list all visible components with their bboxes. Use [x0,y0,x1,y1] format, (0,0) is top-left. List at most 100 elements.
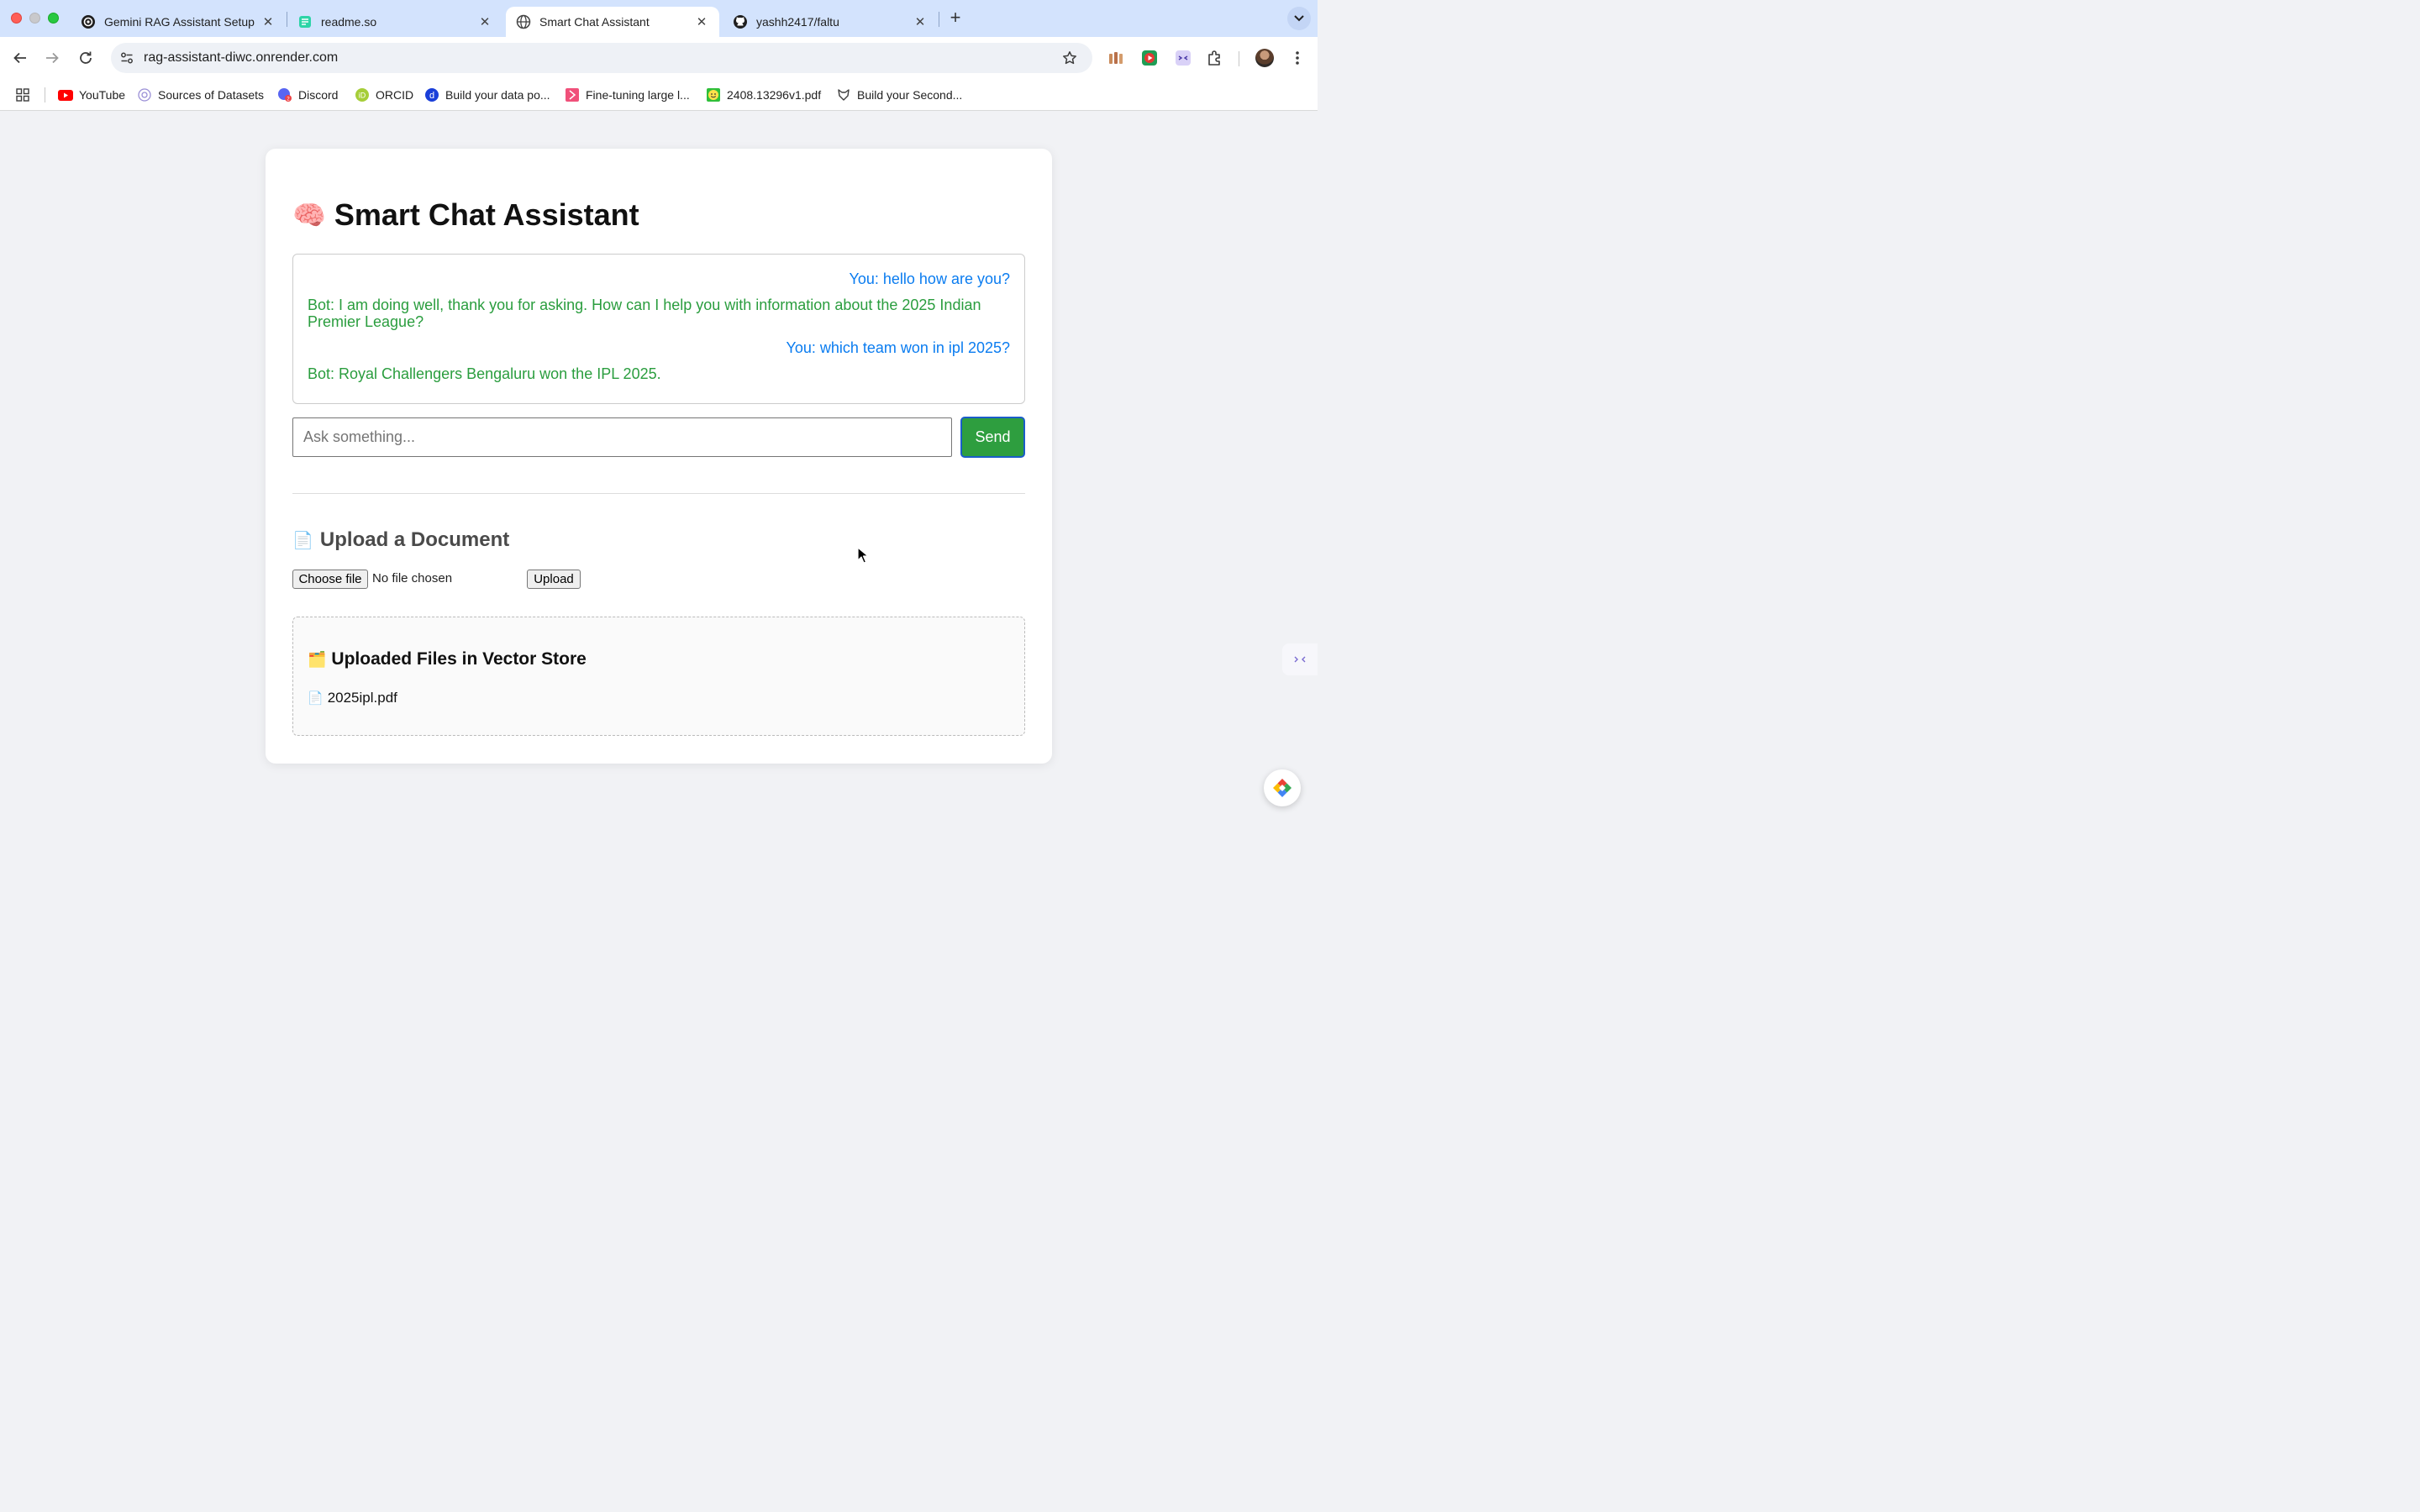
orcid-icon: iD [355,87,370,102]
tab-gemini-rag[interactable]: Gemini RAG Assistant Setup ✕ [71,7,286,37]
bookmark-label: 2408.13296v1.pdf [727,88,822,102]
close-tab-icon[interactable]: ✕ [477,14,492,29]
svg-text:d: d [429,91,434,101]
folder-icon: 🗂️ [308,650,327,668]
new-tab-button[interactable]: + [946,8,965,28]
dataset-icon [137,87,152,102]
tab-title: Smart Chat Assistant [539,15,650,29]
d-icon: d [424,87,439,102]
choose-file-button[interactable]: Choose file [292,570,368,589]
bookmarks-bar: YouTube Sources of Datasets 2 Discord iD… [0,79,1318,111]
send-button[interactable]: Send [960,417,1025,458]
arrow-left-icon [13,52,26,64]
close-window-button[interactable] [11,13,22,24]
tab-title: readme.so [321,15,377,29]
browser-toolbar: rag-assistant-diwc.onrender.com [0,37,1318,79]
upload-button[interactable]: Upload [527,570,581,589]
page-title: 🧠 Smart Chat Assistant [292,197,639,233]
openai-icon [81,14,96,29]
extension-play-icon[interactable] [1139,48,1160,68]
discord-icon: 2 [277,87,292,102]
bookmark-sources-of-datasets[interactable]: Sources of Datasets [137,87,264,103]
tab-smart-chat[interactable]: Smart Chat Assistant ✕ [506,7,719,37]
globe-icon [516,14,531,29]
diamond-logo-icon [1273,779,1292,797]
address-bar[interactable]: rag-assistant-diwc.onrender.com [111,43,1092,73]
bookmark-label: Build your data po... [445,88,550,102]
apps-grid-icon [15,87,30,102]
smiley-icon [706,87,721,102]
mouse-cursor-icon [857,547,869,568]
file-status: No file chosen [372,571,453,585]
bookmark-fine-tuning[interactable]: Fine-tuning large l... [565,87,690,103]
chevron-down-icon [1294,15,1304,22]
back-button[interactable] [10,48,30,68]
bot-message: Bot: I am doing well, thank you for aski… [308,297,981,330]
kebab-menu-icon [1296,51,1299,65]
document-icon: 📄 [292,531,313,550]
reload-icon [80,51,92,64]
bookmark-youtube[interactable]: YouTube [58,87,125,103]
tab-title: Gemini RAG Assistant Setup [104,15,255,29]
minimize-window-button[interactable] [29,13,40,24]
close-tab-icon[interactable]: ✕ [694,14,709,29]
browser-menu-button[interactable] [1287,48,1307,68]
chat-card: 🧠 Smart Chat Assistant You: hello how ar… [266,149,1052,764]
site-settings-icon[interactable] [118,49,136,67]
bookmark-label: YouTube [79,88,126,102]
github-icon [733,14,748,29]
bookmark-label: Fine-tuning large l... [586,88,690,102]
upload-heading: 📄 Upload a Document [292,528,509,552]
profile-avatar[interactable] [1255,49,1274,67]
maximize-window-button[interactable] [48,13,59,24]
side-extension-widget[interactable] [1282,643,1318,675]
bookmark-star-icon[interactable] [1060,49,1079,67]
vector-store-heading: 🗂️ Uploaded Files in Vector Store [308,649,587,669]
tab-strip: Gemini RAG Assistant Setup ✕ readme.so ✕… [0,0,1318,37]
arrow-right-icon [46,52,59,64]
tab-search-button[interactable] [1287,7,1311,30]
ask-input[interactable] [292,417,952,457]
page-title-text: Smart Chat Assistant [334,197,639,232]
extensions-puzzle-icon[interactable] [1205,48,1225,68]
upload-heading-text: Upload a Document [319,528,510,551]
user-message: You: which team won in ipl 2025? [786,339,1010,356]
close-tab-icon[interactable]: ✕ [913,14,928,29]
extension-face-icon[interactable] [1173,48,1193,68]
svg-text:iD: iD [359,92,366,100]
fox-icon [836,87,851,102]
vector-store-panel: 🗂️ Uploaded Files in Vector Store 📄 2025… [292,617,1025,736]
section-divider [292,493,1025,494]
bookmark-label: Build your Second... [857,88,963,102]
readme-icon [297,14,313,29]
reload-button[interactable] [76,48,96,68]
file-icon: 📄 [308,691,324,706]
floating-assistant-button[interactable] [1264,769,1301,806]
forward-button[interactable] [42,48,62,68]
bookmark-discord[interactable]: 2 Discord [277,87,338,103]
extension-bottles-icon[interactable] [1106,48,1126,68]
tab-readme[interactable]: readme.so ✕ [287,7,502,37]
bookmark-pdf[interactable]: 2408.13296v1.pdf [706,87,821,103]
tab-title: yashh2417/faltu [756,15,839,29]
bookmark-label: ORCID [376,88,414,102]
close-tab-icon[interactable]: ✕ [260,14,276,29]
file-name: 2025ipl.pdf [327,690,397,706]
user-message: You: hello how are you? [849,270,1010,287]
side-face-icon [1294,656,1306,663]
brain-icon: 🧠 [292,200,326,230]
tab-github[interactable]: yashh2417/faltu ✕ [723,7,938,37]
chat-history[interactable]: You: hello how are you? Bot: I am doing … [292,254,1025,404]
vector-store-heading-text: Uploaded Files in Vector Store [331,649,587,669]
bookmark-build-data[interactable]: d Build your data po... [424,87,550,103]
apps-button[interactable] [15,87,36,103]
list-item: 📄 2025ipl.pdf [308,690,397,706]
youtube-icon [58,87,73,102]
bookmark-page-icon [565,87,580,102]
bookmark-second-brain[interactable]: Build your Second... [836,87,962,103]
bookmark-label: Discord [298,88,339,102]
url-text[interactable]: rag-assistant-diwc.onrender.com [144,50,338,66]
bookmark-label: Sources of Datasets [158,88,265,102]
bot-message: Bot: Royal Challengers Bengaluru won the… [308,365,661,382]
bookmark-orcid[interactable]: iD ORCID [355,87,413,103]
